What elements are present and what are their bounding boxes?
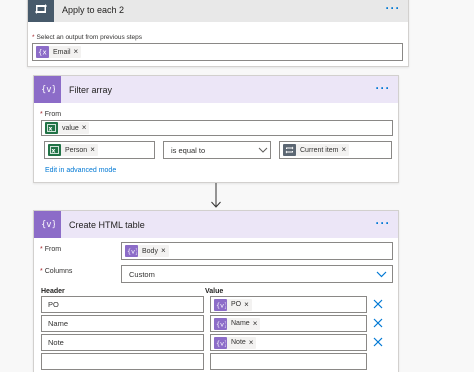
header-column-title: Header (41, 288, 65, 295)
value-token-remove-icon[interactable]: × (82, 122, 90, 134)
email-token-label: Email (53, 48, 71, 56)
table-from-label-text: From (44, 246, 62, 253)
condition-right-input[interactable]: Current item × (279, 141, 392, 159)
note-token-label: Note (231, 339, 246, 346)
table-from-input[interactable]: {v} Body × (121, 242, 393, 260)
svg-text:{v}: {v} (127, 248, 137, 256)
apply-to-each-header[interactable]: Apply to each 2 ··· (28, 0, 408, 22)
filter-array-title: Filter array (69, 84, 113, 95)
filter-from-input[interactable]: x value × (41, 120, 393, 136)
header-cell-row-3[interactable]: Note (41, 334, 204, 351)
note-token-remove-icon[interactable]: × (249, 337, 257, 349)
remove-row-2-icon[interactable] (372, 317, 384, 329)
header-cell-text: PO (48, 300, 59, 309)
current-item-token[interactable]: Current item × (283, 144, 350, 156)
person-token[interactable]: x Person × (48, 144, 98, 156)
svg-text:{v}: {v} (216, 339, 226, 347)
svg-text:{v}: {v} (41, 220, 55, 229)
svg-text:x: x (49, 126, 53, 133)
po-token[interactable]: {v} PO × (214, 298, 252, 311)
columns-label: * Columns (40, 268, 73, 275)
person-token-remove-icon[interactable]: × (90, 144, 98, 156)
svg-text:x: x (52, 148, 56, 155)
variable-icon: {v} (41, 84, 57, 96)
po-token-remove-icon[interactable]: × (244, 299, 252, 311)
variable-icon: {v} (125, 245, 138, 257)
value-cell-row-3[interactable]: {v} Note × (210, 334, 367, 351)
operator-dropdown[interactable]: is equal to (163, 141, 271, 159)
step-connector-arrow (209, 183, 223, 211)
svg-text:{x}: {x} (38, 49, 47, 57)
columns-label-text: Columns (44, 268, 73, 275)
excel-icon: x (45, 122, 58, 134)
current-item-token-label: Current item (300, 146, 339, 154)
svg-text:{v}: {v} (216, 320, 226, 328)
email-token[interactable]: {x} Email × (36, 46, 82, 58)
apply-to-each-card: Apply to each 2 ··· * Select an output fr… (27, 0, 409, 67)
select-output-label: * Select an output from previous steps (32, 34, 143, 41)
filter-from-label: * From (40, 111, 62, 118)
current-item-token-remove-icon[interactable]: × (342, 144, 350, 156)
filter-array-more-button[interactable]: ··· (368, 82, 398, 97)
columns-dropdown[interactable]: Custom (121, 265, 393, 283)
remove-row-3-icon[interactable] (372, 336, 384, 348)
body-token-label: Body (142, 247, 158, 255)
header-cell-text: Name (48, 319, 69, 328)
loop-icon (34, 3, 48, 17)
variable-icon: {v} (41, 219, 57, 231)
value-cell-row-1[interactable]: {v} PO × (210, 296, 367, 313)
variable-icon: {v} (214, 298, 227, 311)
filter-icon-box: {v} (34, 76, 61, 103)
chevron-down-icon (256, 143, 270, 157)
header-cell-row-2[interactable]: Name (41, 315, 204, 332)
header-cell-text: Note (48, 338, 64, 347)
filter-array-header[interactable]: {v} Filter array ··· (34, 76, 398, 103)
create-html-table-more-button[interactable]: ··· (368, 217, 398, 232)
flow-designer-canvas: Apply to each 2 ··· * Select an output fr… (0, 0, 474, 372)
chevron-down-icon (374, 267, 388, 281)
body-token-remove-icon[interactable]: × (161, 245, 169, 257)
name-token-remove-icon[interactable]: × (253, 318, 261, 330)
columns-value: Custom (129, 269, 155, 279)
value-token-label: value (62, 124, 79, 132)
variable-icon: {v} (214, 317, 227, 330)
apply-to-each-title: Apply to each 2 (62, 5, 125, 15)
value-cell-row-2[interactable]: {v} Name × (210, 315, 367, 332)
condition-left-input[interactable]: x Person × (44, 141, 155, 159)
loop-icon (283, 144, 296, 156)
name-token-label: Name (231, 320, 250, 327)
select-output-input[interactable]: {x} Email × (32, 43, 403, 61)
filter-from-label-text: From (44, 111, 62, 118)
value-cell-row-4[interactable] (210, 353, 367, 370)
svg-text:{v}: {v} (41, 85, 55, 94)
operator-value: is equal to (171, 145, 206, 155)
value-token[interactable]: x value × (45, 122, 90, 134)
body-token[interactable]: {v} Body × (125, 245, 169, 257)
filter-array-card: {v} Filter array ··· *From x value × x (33, 75, 399, 183)
note-token[interactable]: {v} Note × (214, 336, 257, 349)
create-html-table-header[interactable]: {v} Create HTML table ··· (34, 211, 398, 238)
excel-icon: x (48, 144, 61, 156)
header-cell-row-4[interactable] (41, 353, 204, 370)
variable-icon: {v} (214, 336, 227, 349)
edit-advanced-mode-link[interactable]: Edit in advanced mode (45, 167, 116, 174)
expression-icon: {x} (36, 46, 49, 58)
remove-row-1-icon[interactable] (372, 298, 384, 310)
value-column-title: Value (205, 288, 224, 295)
create-html-table-card: {v} Create HTML table ··· *From {v} Body… (33, 210, 399, 372)
apply-to-each-more-button[interactable]: ··· (378, 2, 408, 17)
table-from-label: * From (40, 246, 62, 253)
po-token-label: PO (231, 301, 242, 308)
table-icon-box: {v} (34, 211, 61, 238)
select-output-label-text: Select an output from previous steps (36, 34, 143, 41)
svg-text:{v}: {v} (216, 301, 226, 309)
name-token[interactable]: {v} Name × (214, 317, 261, 330)
header-cell-row-1[interactable]: PO (41, 296, 204, 313)
loop-icon-box (28, 0, 54, 22)
create-html-table-title: Create HTML table (69, 219, 145, 230)
person-token-label: Person (65, 146, 88, 154)
email-token-remove-icon[interactable]: × (74, 46, 82, 58)
